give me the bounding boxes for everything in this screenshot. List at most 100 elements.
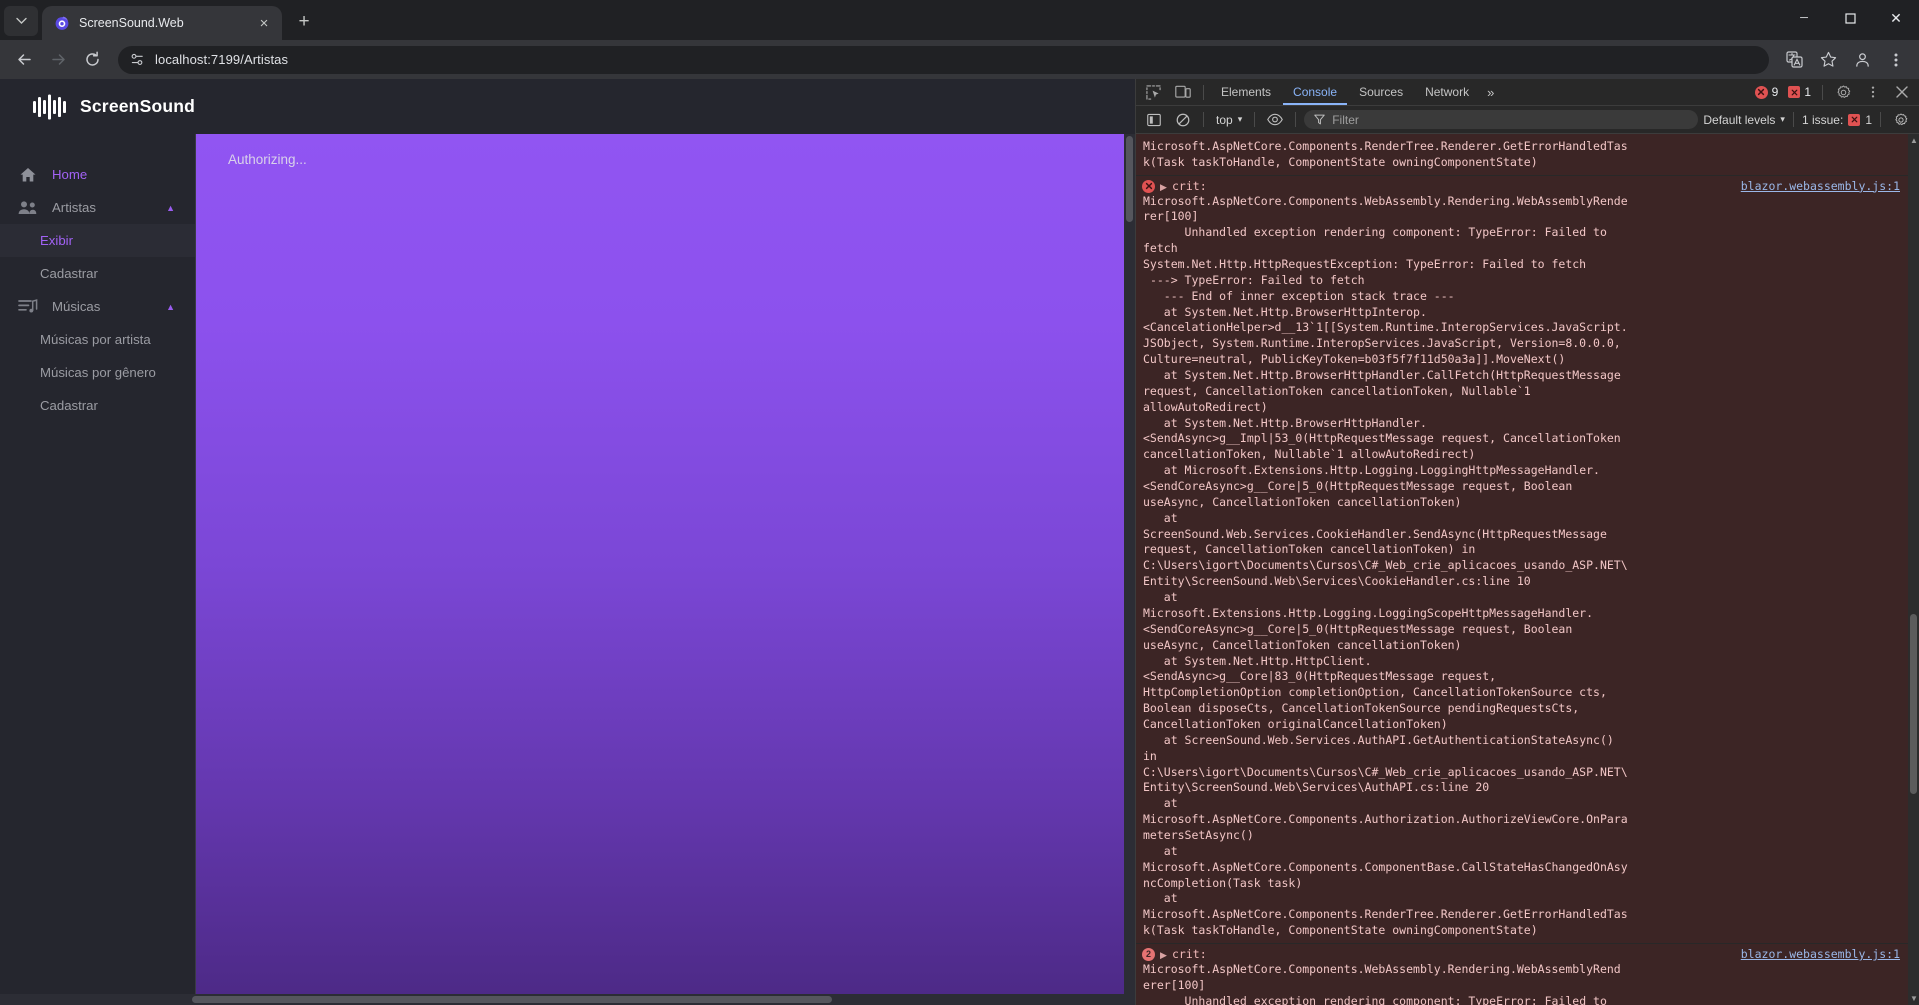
kebab-menu-icon[interactable] bbox=[1859, 81, 1886, 104]
close-icon[interactable] bbox=[1888, 81, 1915, 104]
scrollbar-thumb[interactable] bbox=[192, 996, 832, 1003]
forward-button[interactable] bbox=[42, 44, 74, 76]
console-message-header[interactable]: 2 ▶ crit: blazor.webassembly.js:1 bbox=[1142, 947, 1902, 962]
sidebar-item-home[interactable]: Home bbox=[0, 158, 195, 191]
console-message-trace: Microsoft.AspNetCore.Components.WebAssem… bbox=[1143, 961, 1621, 1005]
issues-summary[interactable]: 1 issue: 1 bbox=[1802, 113, 1872, 127]
gear-icon[interactable] bbox=[1830, 81, 1857, 104]
console-message-source-link[interactable]: blazor.webassembly.js:1 bbox=[1741, 947, 1900, 961]
playlist-glyph-icon bbox=[18, 299, 38, 313]
tab-close-button[interactable]: × bbox=[255, 14, 273, 32]
tab-elements[interactable]: Elements bbox=[1211, 79, 1281, 105]
console-message-trace: at Microsoft.AspNetCore.Components.Rende… bbox=[1143, 134, 1628, 169]
page-vertical-scrollbar[interactable] bbox=[1124, 134, 1135, 1005]
close-glyph-icon bbox=[1895, 86, 1908, 98]
viewport: ScreenSound Home Artistas ▲ Exibir Cadas… bbox=[0, 79, 1919, 1005]
settings-glyph-icon bbox=[1895, 112, 1908, 125]
divider bbox=[1792, 112, 1794, 127]
tab-network[interactable]: Network bbox=[1415, 79, 1479, 105]
window-minimize-button[interactable]: ─ bbox=[1781, 0, 1827, 36]
back-button[interactable] bbox=[8, 44, 40, 76]
console-message-source-link[interactable]: blazor.webassembly.js:1 bbox=[1741, 179, 1900, 193]
app-logo[interactable]: ScreenSound bbox=[32, 94, 195, 120]
scrollbar-thumb[interactable] bbox=[1126, 136, 1133, 222]
divider bbox=[1254, 112, 1256, 127]
bookmark-star-icon[interactable] bbox=[1813, 45, 1843, 75]
log-levels-selector[interactable]: Default levels ▾ bbox=[1703, 113, 1785, 127]
execution-context-selector[interactable]: top ▾ bbox=[1212, 113, 1246, 127]
console-log[interactable]: at Microsoft.AspNetCore.Components.Rende… bbox=[1136, 134, 1919, 1005]
console-message-level: crit: bbox=[1172, 946, 1207, 961]
sidebar-subitem-exibir[interactable]: Exibir bbox=[0, 224, 195, 257]
console-filter-input[interactable]: Filter bbox=[1304, 110, 1699, 129]
app-header: ScreenSound bbox=[0, 79, 1135, 134]
people-icon bbox=[18, 198, 38, 218]
scroll-up-arrow-icon[interactable]: ▲ bbox=[1910, 136, 1918, 145]
divider bbox=[1203, 84, 1204, 100]
sidebar-subitem-cadastrar-musica[interactable]: Cadastrar bbox=[0, 389, 195, 422]
window-maximize-button[interactable] bbox=[1827, 0, 1873, 36]
console-message[interactable]: 2 ▶ crit: blazor.webassembly.js:1 Micros… bbox=[1136, 943, 1908, 1005]
filter-icon bbox=[1314, 114, 1325, 125]
clear-console-icon[interactable] bbox=[1171, 109, 1195, 131]
expand-triangle-icon[interactable]: ▶ bbox=[1160, 950, 1167, 961]
tab-search-button[interactable] bbox=[4, 6, 38, 36]
scrollbar-thumb[interactable] bbox=[1910, 614, 1917, 794]
site-settings-icon[interactable] bbox=[130, 52, 145, 67]
home-glyph-icon bbox=[20, 167, 36, 181]
profile-icon[interactable] bbox=[1847, 45, 1877, 75]
device-toolbar-icon[interactable] bbox=[1169, 81, 1196, 104]
sidebar-item-artistas[interactable]: Artistas ▲ bbox=[0, 191, 195, 224]
issues-label: 1 issue: bbox=[1801, 112, 1844, 127]
new-tab-button[interactable]: + bbox=[290, 8, 318, 36]
expand-triangle-icon[interactable]: ▶ bbox=[1160, 182, 1167, 193]
page-body: Home Artistas ▲ Exibir Cadastrar Músicas… bbox=[0, 134, 1135, 994]
sidebar-subitem-musicas-por-genero[interactable]: Músicas por gênero bbox=[0, 356, 195, 389]
console-message-header[interactable]: ▶ crit: blazor.webassembly.js:1 bbox=[1142, 179, 1902, 194]
browser-tab[interactable]: ScreenSound.Web × bbox=[42, 6, 282, 40]
sidebar-subitem-musicas-por-artista[interactable]: Músicas por artista bbox=[0, 323, 195, 356]
translate-icon[interactable] bbox=[1779, 45, 1809, 75]
chevron-up-icon[interactable]: ▲ bbox=[166, 203, 175, 213]
reload-button[interactable] bbox=[76, 44, 108, 76]
reload-icon bbox=[85, 51, 99, 66]
authorizing-status: Authorizing... bbox=[228, 152, 307, 167]
eye-glyph-icon bbox=[1267, 113, 1284, 126]
tab-sources[interactable]: Sources bbox=[1349, 79, 1413, 105]
inspect-element-icon[interactable] bbox=[1140, 81, 1167, 104]
address-bar[interactable]: localhost:7199/Artistas bbox=[118, 45, 1769, 74]
playlist-icon bbox=[18, 297, 38, 317]
kebab-menu-icon[interactable] bbox=[1881, 45, 1911, 75]
chevron-up-icon[interactable]: ▲ bbox=[166, 302, 175, 312]
scroll-down-arrow-icon[interactable]: ▼ bbox=[1910, 994, 1918, 1003]
live-expression-icon[interactable] bbox=[1263, 109, 1287, 131]
console-message[interactable]: at Microsoft.AspNetCore.Components.Rende… bbox=[1136, 134, 1908, 176]
home-icon bbox=[18, 165, 38, 185]
browser-window: ScreenSound.Web × + ─ ✕ localhost:7199/A… bbox=[0, 0, 1919, 1005]
console-messages: at Microsoft.AspNetCore.Components.Rende… bbox=[1136, 134, 1908, 1005]
sidebar: Home Artistas ▲ Exibir Cadastrar Músicas… bbox=[0, 134, 195, 994]
translate-glyph-icon bbox=[1785, 51, 1803, 68]
more-tabs-button[interactable]: » bbox=[1481, 85, 1500, 100]
arrow-left-icon bbox=[17, 54, 31, 65]
issue-count-badge[interactable]: 1 bbox=[1784, 85, 1815, 99]
page-horizontal-scrollbar[interactable] bbox=[0, 994, 1135, 1005]
gear-icon[interactable] bbox=[1889, 109, 1913, 131]
star-glyph-icon bbox=[1820, 51, 1836, 67]
console-sidebar-icon[interactable] bbox=[1142, 109, 1166, 131]
x-glyph-icon bbox=[1145, 182, 1152, 190]
sidebar-subitem-cadastrar-artista[interactable]: Cadastrar bbox=[0, 257, 195, 290]
error-icon bbox=[1754, 85, 1768, 99]
sidebar-subitem-label: Exibir bbox=[40, 233, 73, 248]
tab-console[interactable]: Console bbox=[1283, 79, 1347, 105]
window-controls: ─ ✕ bbox=[1781, 0, 1919, 36]
log-levels-value: Default levels bbox=[1703, 112, 1776, 127]
sidebar-item-musicas[interactable]: Músicas ▲ bbox=[0, 290, 195, 323]
window-close-button[interactable]: ✕ bbox=[1873, 0, 1919, 36]
person-glyph-icon bbox=[1855, 53, 1869, 67]
error-count-badge[interactable]: 9 bbox=[1751, 85, 1783, 99]
sidebar-subitem-label: Cadastrar bbox=[40, 266, 98, 281]
sidebar-item-label: Home bbox=[52, 167, 88, 182]
console-vertical-scrollbar[interactable]: ▲ ▼ bbox=[1908, 134, 1919, 1005]
console-message[interactable]: ▶ crit: blazor.webassembly.js:1 Microsof… bbox=[1136, 175, 1908, 944]
